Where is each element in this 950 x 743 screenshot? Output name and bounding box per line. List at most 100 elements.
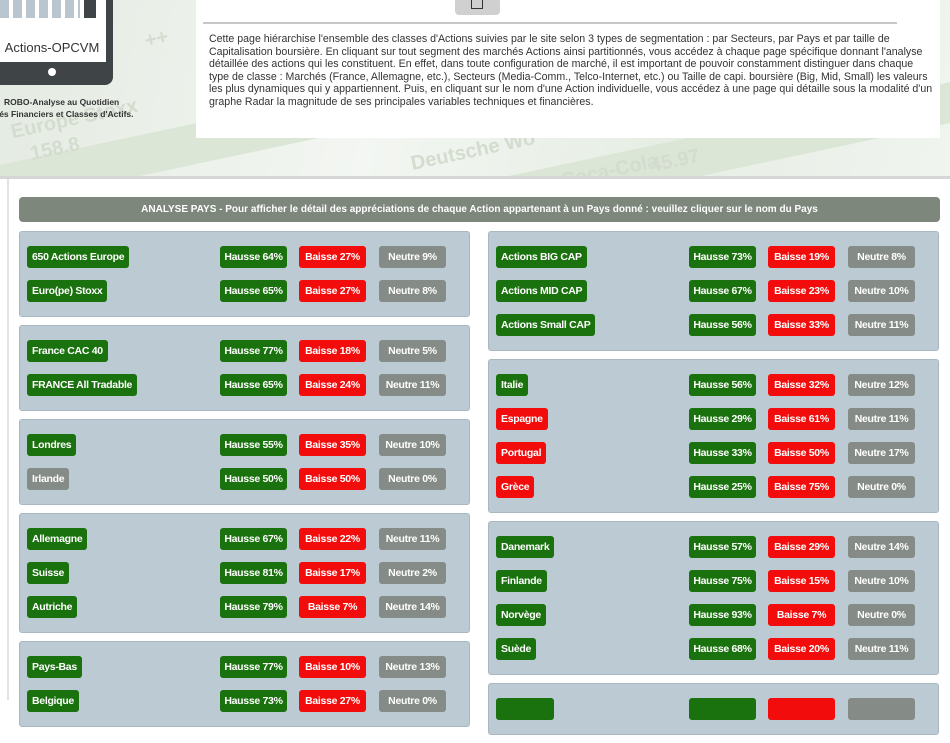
neutre-badge[interactable]: Neutre 11% (848, 638, 915, 660)
market-row: Suisse Hausse 81% Baisse 17% Neutre 2% (20, 556, 469, 590)
hausse-badge[interactable]: Hausse 56% (689, 314, 756, 336)
neutre-badge[interactable]: Neutre 10% (379, 434, 446, 456)
baisse-badge[interactable]: Baisse 29% (768, 536, 835, 558)
neutre-badge[interactable]: Neutre 14% (379, 596, 446, 618)
hausse-badge[interactable]: Hausse 64% (220, 246, 287, 268)
hausse-badge[interactable]: Hausse 77% (220, 340, 287, 362)
market-name-button[interactable]: Finlande (496, 570, 547, 592)
neutre-badge[interactable]: Neutre 11% (848, 314, 915, 336)
neutre-badge[interactable]: Neutre 0% (379, 690, 446, 712)
hausse-badge[interactable]: Hausse 81% (220, 562, 287, 584)
hausse-badge[interactable]: Hausse 56% (689, 374, 756, 396)
market-name-button[interactable]: Autriche (27, 596, 78, 618)
baisse-badge[interactable]: Baisse 61% (768, 408, 835, 430)
market-name-button[interactable]: Espagne (496, 408, 548, 430)
market-name-button[interactable]: Norvège (496, 604, 546, 626)
market-name-button[interactable]: Allemagne (27, 528, 88, 550)
neutre-badge[interactable]: Neutre 8% (379, 280, 446, 302)
neutre-badge[interactable]: Neutre 12% (848, 374, 915, 396)
baisse-badge[interactable]: Baisse 19% (768, 246, 835, 268)
hausse-badge[interactable]: Hausse 73% (689, 246, 756, 268)
market-group: Danemark Hausse 57% Baisse 29% Neutre 14% Fi… (488, 521, 939, 675)
market-name-button[interactable]: Danemark (496, 536, 555, 558)
neutre-badge[interactable]: Neutre 9% (379, 246, 446, 268)
baisse-badge[interactable]: Baisse 35% (299, 434, 366, 456)
market-name-button[interactable]: Actions BIG CAP (496, 246, 587, 268)
market-name-button[interactable]: Belgique (27, 690, 79, 712)
market-name-button[interactable]: Pays-Bas (27, 656, 82, 678)
neutre-badge[interactable]: Neutre 5% (379, 340, 446, 362)
hausse-badge[interactable]: Hausse 93% (689, 604, 756, 626)
baisse-badge[interactable]: Baisse 7% (768, 604, 835, 626)
baisse-badge[interactable]: Baisse 17% (299, 562, 366, 584)
neutre-badge[interactable]: Neutre 17% (848, 442, 915, 464)
market-name-button[interactable]: France CAC 40 (27, 340, 108, 362)
market-name-button[interactable]: Actions MID CAP (496, 280, 588, 302)
neutre-badge[interactable]: Neutre 0% (848, 476, 915, 498)
market-name-button[interactable]: 650 Actions Europe (27, 246, 130, 268)
baisse-badge[interactable]: Baisse 22% (299, 528, 366, 550)
hausse-badge[interactable]: Hausse 75% (689, 570, 756, 592)
neutre-badge[interactable]: Neutre 10% (848, 570, 915, 592)
neutre-badge[interactable]: Neutre 11% (848, 408, 915, 430)
hausse-badge[interactable]: Hausse 50% (220, 468, 287, 490)
tagline-line-2: nés Financiers et Classes d'Actifs. (0, 109, 134, 119)
content-border (7, 179, 9, 700)
neutre-badge[interactable]: Neutre 10% (848, 280, 915, 302)
pdf-button[interactable] (455, 0, 500, 15)
market-name-button[interactable]: Grèce (496, 476, 535, 498)
hausse-badge[interactable]: Hausse 65% (220, 374, 287, 396)
neutre-badge[interactable] (848, 698, 915, 720)
neutre-badge[interactable]: Neutre 11% (379, 374, 446, 396)
baisse-badge[interactable]: Baisse 7% (299, 596, 366, 618)
market-name-button[interactable]: Suède (496, 638, 537, 660)
market-name-button[interactable]: Italie (496, 374, 529, 396)
hausse-badge[interactable]: Hausse 33% (689, 442, 756, 464)
hausse-badge[interactable]: Hausse 29% (689, 408, 756, 430)
neutre-badge[interactable]: Neutre 0% (379, 468, 446, 490)
neutre-badge[interactable]: Neutre 11% (379, 528, 446, 550)
hausse-badge[interactable]: Hausse 55% (220, 434, 287, 456)
baisse-badge[interactable]: Baisse 50% (299, 468, 366, 490)
baisse-badge[interactable]: Baisse 50% (768, 442, 835, 464)
market-name-button[interactable]: Euro(pe) Stoxx (27, 280, 108, 302)
baisse-badge[interactable]: Baisse 27% (299, 280, 366, 302)
baisse-badge[interactable]: Baisse 32% (768, 374, 835, 396)
market-name-button[interactable] (496, 698, 554, 720)
market-name-button[interactable]: Londres (27, 434, 77, 456)
baisse-badge[interactable]: Baisse 27% (299, 246, 366, 268)
hausse-badge[interactable]: Hausse 65% (220, 280, 287, 302)
hausse-badge[interactable]: Hausse 57% (689, 536, 756, 558)
neutre-badge[interactable]: Neutre 8% (848, 246, 915, 268)
hausse-badge[interactable] (689, 698, 756, 720)
baisse-badge[interactable]: Baisse 27% (299, 690, 366, 712)
baisse-badge[interactable]: Baisse 10% (299, 656, 366, 678)
market-name-button[interactable]: Suisse (27, 562, 70, 584)
baisse-badge[interactable]: Baisse 33% (768, 314, 835, 336)
baisse-badge[interactable]: Baisse 75% (768, 476, 835, 498)
baisse-badge[interactable]: Baisse 23% (768, 280, 835, 302)
market-name-button[interactable]: Portugal (496, 442, 547, 464)
baisse-badge[interactable]: Baisse 15% (768, 570, 835, 592)
baisse-badge[interactable] (768, 698, 835, 720)
market-name-button[interactable]: FRANCE All Tradable (27, 374, 138, 396)
neutre-badge[interactable]: Neutre 2% (379, 562, 446, 584)
market-row: Finlande Hausse 75% Baisse 15% Neutre 10% (489, 564, 938, 598)
market-name-button[interactable]: Actions Small CAP (496, 314, 596, 336)
market-group: Actions BIG CAP Hausse 73% Baisse 19% Neutr… (488, 231, 939, 351)
baisse-badge[interactable]: Baisse 20% (768, 638, 835, 660)
neutre-badge[interactable]: Neutre 14% (848, 536, 915, 558)
neutre-badge[interactable]: Neutre 0% (848, 604, 915, 626)
hausse-badge[interactable]: Hausse 67% (220, 528, 287, 550)
baisse-badge[interactable]: Baisse 18% (299, 340, 366, 362)
hausse-badge[interactable]: Hausse 77% (220, 656, 287, 678)
hausse-badge[interactable]: Hausse 79% (220, 596, 287, 618)
market-name-button[interactable]: Irlande (27, 468, 70, 490)
hausse-badge[interactable]: Hausse 68% (689, 638, 756, 660)
hausse-badge[interactable]: Hausse 73% (220, 690, 287, 712)
hausse-badge[interactable]: Hausse 25% (689, 476, 756, 498)
intro-text: Cette page hiérarchise l'ensemble des cl… (209, 33, 933, 108)
baisse-badge[interactable]: Baisse 24% (299, 374, 366, 396)
hausse-badge[interactable]: Hausse 67% (689, 280, 756, 302)
neutre-badge[interactable]: Neutre 13% (379, 656, 446, 678)
